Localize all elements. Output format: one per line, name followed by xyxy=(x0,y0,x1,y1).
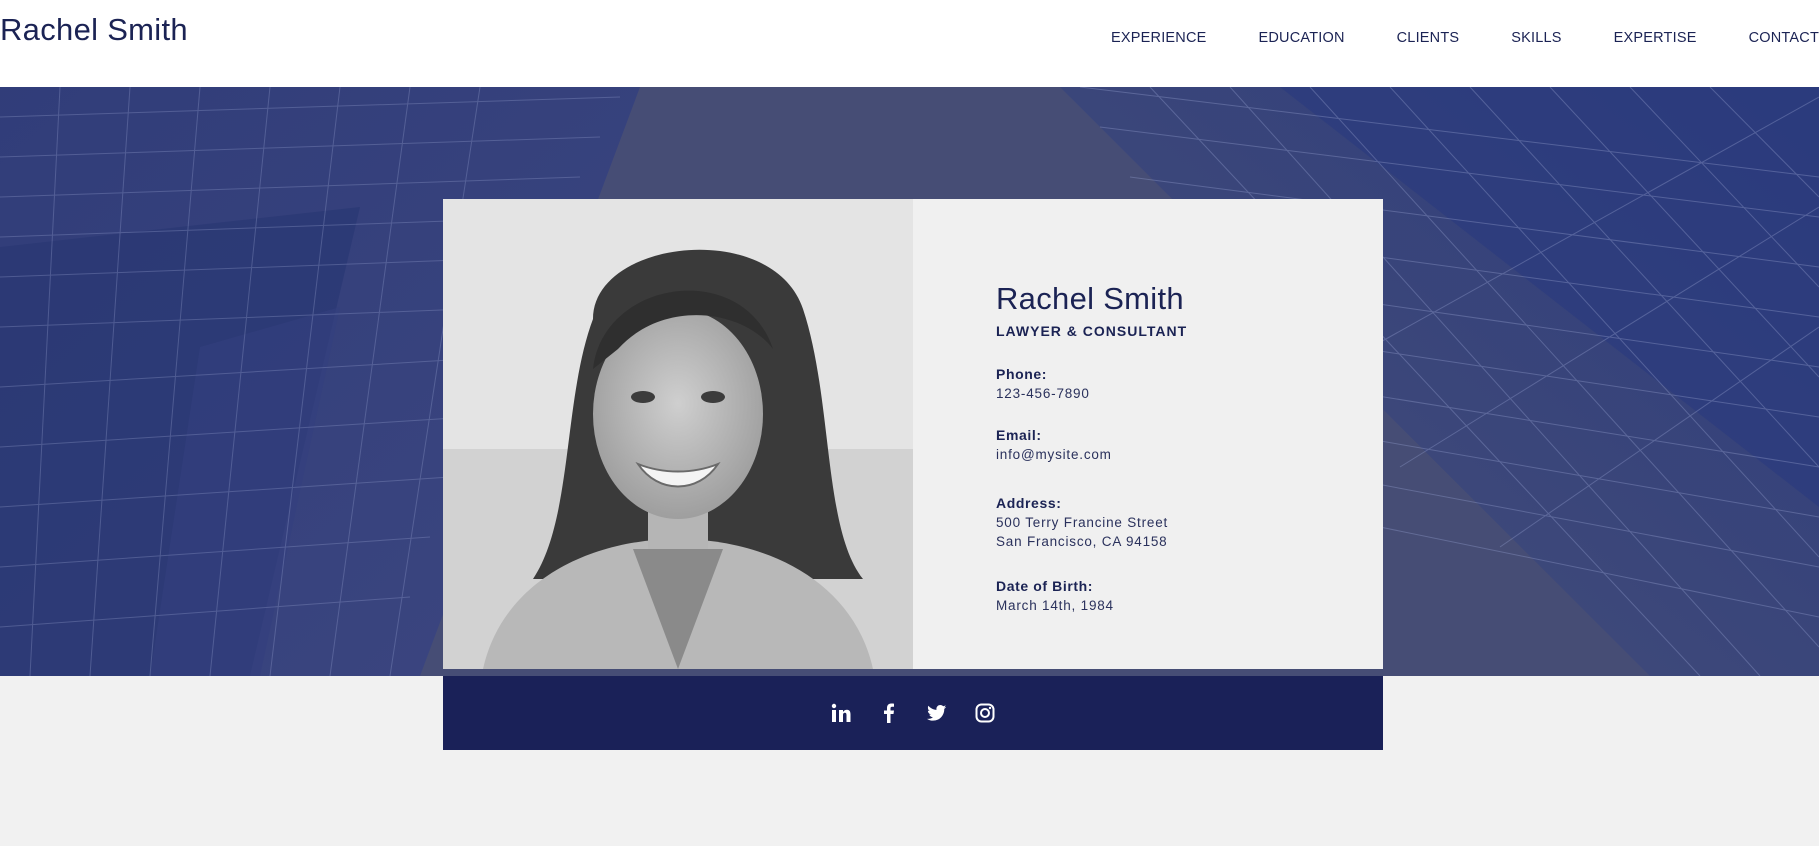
nav-experience[interactable]: EXPERIENCE xyxy=(1111,30,1206,46)
nav-clients[interactable]: CLIENTS xyxy=(1397,30,1460,46)
linkedin-icon[interactable] xyxy=(830,702,852,724)
profile-name: Rachel Smith xyxy=(996,281,1184,316)
profile-card: Rachel Smith LAWYER & CONSULTANT Phone: … xyxy=(443,199,1383,669)
address-line2: San Francisco, CA 94158 xyxy=(996,534,1168,549)
dob-value: March 14th, 1984 xyxy=(996,598,1114,613)
profile-role: LAWYER & CONSULTANT xyxy=(996,323,1188,339)
address-field: Address: 500 Terry Francine Street San F… xyxy=(996,494,1356,551)
dob-label: Date of Birth: xyxy=(996,578,1094,594)
nav-skills[interactable]: SKILLS xyxy=(1511,30,1561,46)
phone-value: 123-456-7890 xyxy=(996,386,1090,401)
email-label: Email: xyxy=(996,427,1042,443)
nav-expertise[interactable]: EXPERTISE xyxy=(1614,30,1697,46)
nav-contact[interactable]: CONTACT xyxy=(1749,30,1819,46)
contact-info: Rachel Smith LAWYER & CONSULTANT Phone: … xyxy=(996,281,1356,615)
address-line1: 500 Terry Francine Street xyxy=(996,515,1169,530)
social-bar xyxy=(443,676,1383,750)
main-nav: EXPERIENCE EDUCATION CLIENTS SKILLS EXPE… xyxy=(1111,30,1819,46)
twitter-icon[interactable] xyxy=(926,702,948,724)
facebook-icon[interactable] xyxy=(878,702,900,724)
email-value[interactable]: info@mysite.com xyxy=(996,445,1356,464)
phone-field: Phone: 123-456-7890 xyxy=(996,365,1356,403)
site-header: Rachel Smith EXPERIENCE EDUCATION CLIENT… xyxy=(0,0,1819,87)
instagram-icon[interactable] xyxy=(974,702,996,724)
profile-photo xyxy=(443,199,913,669)
dob-field: Date of Birth: March 14th, 1984 xyxy=(996,577,1356,615)
nav-education[interactable]: EDUCATION xyxy=(1259,30,1345,46)
social-links xyxy=(443,676,1383,750)
phone-label: Phone: xyxy=(996,366,1048,382)
email-field: Email: info@mysite.com xyxy=(996,426,1356,464)
site-title[interactable]: Rachel Smith xyxy=(0,12,188,48)
address-label: Address: xyxy=(996,495,1062,511)
portrait-image xyxy=(443,199,913,669)
